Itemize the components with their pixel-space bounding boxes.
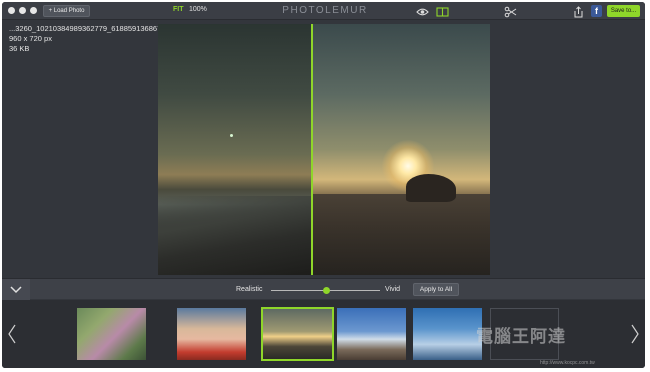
thumbnail-flowers[interactable] <box>77 308 146 360</box>
split-view-icon[interactable] <box>436 5 449 17</box>
realistic-label: Realistic <box>236 286 263 293</box>
thumbnail-sunset-selected[interactable] <box>261 307 334 361</box>
watermark-text: 電腦王阿達 <box>476 327 566 347</box>
apply-to-all-button[interactable]: Apply to All <box>413 283 459 296</box>
photo-preview[interactable] <box>158 24 490 275</box>
zoom-level: 100% <box>189 6 207 13</box>
app-window: + Load Photo FIT 100% PHOTOLEMUR f Save … <box>2 2 645 368</box>
chevron-left-icon[interactable] <box>7 324 17 344</box>
save-to-button[interactable]: Save to... <box>607 5 640 17</box>
style-slider[interactable] <box>271 287 380 294</box>
watermark-url: http://www.kocpc.com.tw <box>540 360 595 366</box>
facebook-share-button[interactable]: f <box>591 5 602 17</box>
load-photo-button[interactable]: + Load Photo <box>43 5 90 17</box>
comparison-divider[interactable] <box>311 24 313 275</box>
thumbnail-clouds[interactable] <box>413 308 482 360</box>
eye-icon[interactable] <box>416 5 429 17</box>
shore-left <box>158 196 311 275</box>
shore-right <box>311 194 490 275</box>
vivid-label: Vivid <box>385 286 401 293</box>
zoom-window-button[interactable] <box>30 7 37 14</box>
thumbnail-child[interactable] <box>177 308 246 360</box>
minimize-window-button[interactable] <box>19 7 26 14</box>
toolbar: + Load Photo FIT 100% PHOTOLEMUR f Save … <box>2 2 645 20</box>
controls-bar: Realistic Vivid Apply to All <box>2 278 645 300</box>
chevron-right-icon[interactable] <box>630 324 640 344</box>
collapse-button[interactable] <box>2 279 30 300</box>
rock-silhouette <box>406 174 456 202</box>
thumbnail-house-sky[interactable] <box>337 308 406 360</box>
share-icon[interactable] <box>572 5 585 18</box>
fit-button[interactable]: FIT <box>173 6 184 13</box>
scissors-icon[interactable] <box>504 5 517 18</box>
bird <box>230 134 233 137</box>
app-logo: PHOTOLEMUR <box>282 5 368 16</box>
close-window-button[interactable] <box>8 7 15 14</box>
slider-knob[interactable] <box>322 287 330 294</box>
